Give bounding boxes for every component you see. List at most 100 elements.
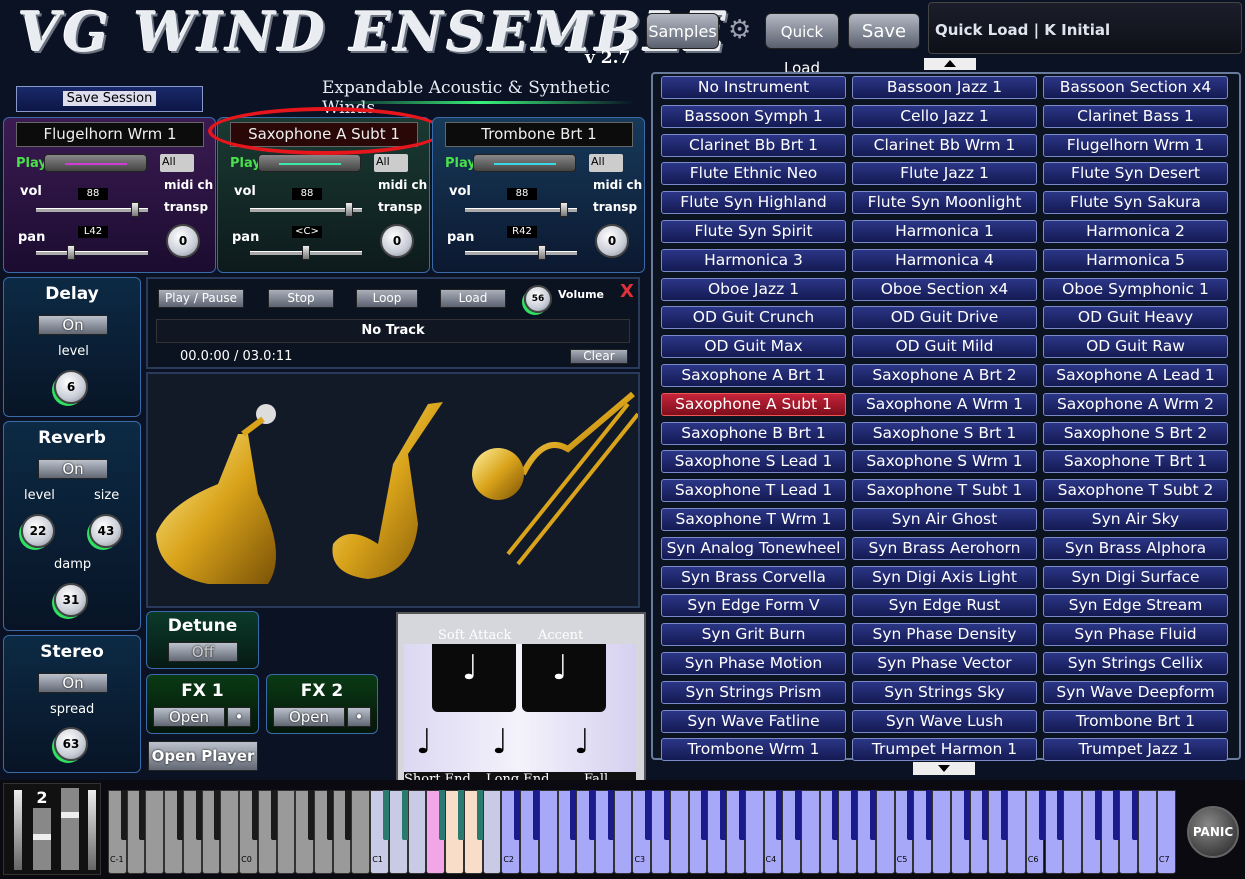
instrument-button[interactable]: Syn Strings Cellix <box>1043 652 1228 675</box>
mod-wheel[interactable] <box>61 788 79 870</box>
scroll-down-button[interactable] <box>913 762 975 775</box>
instrument-button[interactable]: Saxophone S Lead 1 <box>661 450 846 474</box>
white-key[interactable] <box>669 790 689 874</box>
white-key[interactable] <box>1138 790 1157 874</box>
white-key[interactable] <box>145 790 165 874</box>
instrument-button[interactable]: Syn Digi Axis Light <box>852 565 1037 589</box>
white-key[interactable] <box>220 790 240 874</box>
instrument-button[interactable]: Flute Syn Spirit <box>661 220 846 243</box>
instrument-button[interactable]: Saxophone T Lead 1 <box>661 479 846 503</box>
pan-slider-thumb[interactable] <box>67 245 75 260</box>
instrument-button[interactable]: Syn Air Ghost <box>852 508 1037 531</box>
pan-slider[interactable] <box>36 251 148 255</box>
instrument-button[interactable]: Flute Syn Moonlight <box>852 191 1037 215</box>
instrument-button[interactable]: Syn Grit Burn <box>661 623 846 647</box>
instrument-button[interactable]: Cello Jazz 1 <box>852 104 1037 128</box>
close-icon[interactable]: X <box>620 281 634 302</box>
gear-icon[interactable]: ⚙ <box>728 17 756 45</box>
instrument-button[interactable]: Saxophone A Lead 1 <box>1043 364 1228 387</box>
delay-level-knob[interactable]: 6 <box>54 370 88 404</box>
player-volume-knob[interactable]: 56 <box>524 285 552 313</box>
instrument-button[interactable]: Clarinet Bb Brt 1 <box>661 133 846 157</box>
instrument-button[interactable]: Flute Syn Desert <box>1043 162 1228 186</box>
instrument-button[interactable]: Harmonica 4 <box>852 248 1037 272</box>
transp-knob[interactable]: 0 <box>166 224 200 258</box>
instrument-button[interactable]: Bassoon Symph 1 <box>661 104 846 128</box>
instrument-button[interactable]: Syn Brass Corvella <box>661 565 846 589</box>
instrument-button[interactable]: Clarinet Bass 1 <box>1043 104 1228 128</box>
quick-load-button[interactable]: Quick Load <box>765 13 839 77</box>
instrument-button[interactable]: Oboe Symphonic 1 <box>1043 277 1228 301</box>
instrument-button[interactable]: Syn Brass Alphora <box>1043 536 1228 560</box>
fx2-power-button[interactable]: • <box>347 707 371 727</box>
instrument-button[interactable]: Syn Analog Tonewheel <box>661 536 846 560</box>
instrument-button[interactable]: Saxophone A Subt 1 <box>661 392 846 416</box>
white-key[interactable] <box>1063 790 1082 874</box>
instrument-button[interactable]: Flugelhorn Wrm 1 <box>1043 133 1228 157</box>
reverb-size-knob[interactable]: 43 <box>89 514 123 548</box>
channel-select[interactable]: All <box>374 154 408 172</box>
instrument-button[interactable]: Saxophone S Wrm 1 <box>852 450 1037 474</box>
instrument-button[interactable]: OD Guit Crunch <box>661 306 846 330</box>
instrument-button[interactable]: Harmonica 2 <box>1043 220 1228 243</box>
instrument-button[interactable]: Syn Strings Sky <box>852 680 1037 704</box>
instrument-button[interactable]: OD Guit Drive <box>852 306 1037 330</box>
instrument-button[interactable]: OD Guit Heavy <box>1043 306 1228 330</box>
instrument-button[interactable]: Syn Phase Vector <box>852 652 1037 675</box>
white-key[interactable] <box>351 790 371 874</box>
white-key[interactable] <box>538 790 558 874</box>
instrument-button[interactable]: Syn Edge Rust <box>852 594 1037 618</box>
slot-instrument-name[interactable]: Flugelhorn Wrm 1 <box>16 122 204 147</box>
instrument-button[interactable]: OD Guit Max <box>661 335 846 359</box>
instrument-button[interactable]: Clarinet Bb Wrm 1 <box>852 133 1037 157</box>
white-key[interactable] <box>875 790 895 874</box>
instrument-button[interactable]: Harmonica 1 <box>852 220 1037 243</box>
instrument-button[interactable]: Bassoon Section x4 <box>1043 76 1228 99</box>
reverb-toggle[interactable]: On <box>38 459 108 479</box>
instrument-button[interactable]: Flute Ethnic Neo <box>661 162 846 186</box>
instrument-button[interactable]: Saxophone B Brt 1 <box>661 421 846 445</box>
stereo-spread-knob[interactable]: 63 <box>54 727 88 761</box>
pan-slider[interactable] <box>465 251 577 255</box>
white-key[interactable] <box>613 790 633 874</box>
fx1-power-button[interactable]: • <box>227 707 251 727</box>
instrument-button[interactable]: Syn Wave Lush <box>852 709 1037 733</box>
open-player-button[interactable]: Open Player <box>148 741 258 771</box>
instrument-button[interactable]: Saxophone A Brt 1 <box>661 364 846 387</box>
save-button[interactable]: Save <box>848 13 920 49</box>
samples-button[interactable]: Samples <box>646 13 719 49</box>
white-key[interactable] <box>1007 790 1026 874</box>
instrument-button[interactable]: Saxophone A Wrm 1 <box>852 392 1037 416</box>
instrument-button[interactable]: Harmonica 5 <box>1043 248 1228 272</box>
clear-button[interactable]: Clear <box>570 349 628 364</box>
white-key[interactable] <box>482 790 502 874</box>
white-key[interactable] <box>276 790 296 874</box>
vol-slider-thumb[interactable] <box>345 202 353 217</box>
channel-select[interactable]: All <box>160 154 194 172</box>
instrument-button[interactable]: Saxophone T Brt 1 <box>1043 450 1228 474</box>
scroll-up-button[interactable] <box>924 58 976 70</box>
instrument-button[interactable]: Saxophone A Wrm 2 <box>1043 392 1228 416</box>
reverb-level-knob[interactable]: 22 <box>21 514 55 548</box>
instrument-button[interactable]: Trombone Brt 1 <box>1043 709 1228 733</box>
instrument-button[interactable]: Syn Digi Surface <box>1043 565 1228 589</box>
instrument-button[interactable]: Oboe Jazz 1 <box>661 277 846 301</box>
instrument-button[interactable]: Trumpet Harmon 1 <box>852 738 1037 762</box>
instrument-button[interactable]: No Instrument <box>661 76 846 99</box>
white-key[interactable] <box>744 790 764 874</box>
instrument-button[interactable]: Syn Phase Fluid <box>1043 623 1228 647</box>
instrument-button[interactable]: Flute Syn Highland <box>661 191 846 215</box>
instrument-button[interactable]: Saxophone A Brt 2 <box>852 364 1037 387</box>
save-session-button[interactable]: Save Session <box>16 86 203 112</box>
loop-button[interactable]: Loop <box>356 289 418 308</box>
instrument-button[interactable]: Saxophone T Subt 2 <box>1043 479 1228 503</box>
vol-slider-thumb[interactable] <box>131 202 139 217</box>
instrument-button[interactable]: Trumpet Jazz 1 <box>1043 738 1228 762</box>
white-key[interactable] <box>932 790 951 874</box>
instrument-button[interactable]: OD Guit Mild <box>852 335 1037 359</box>
instrument-button[interactable]: Syn Phase Motion <box>661 652 846 675</box>
stereo-toggle[interactable]: On <box>38 673 108 693</box>
instrument-button[interactable]: Syn Strings Prism <box>661 680 846 704</box>
instrument-button[interactable]: Bassoon Jazz 1 <box>852 76 1037 99</box>
transp-knob[interactable]: 0 <box>380 224 414 258</box>
